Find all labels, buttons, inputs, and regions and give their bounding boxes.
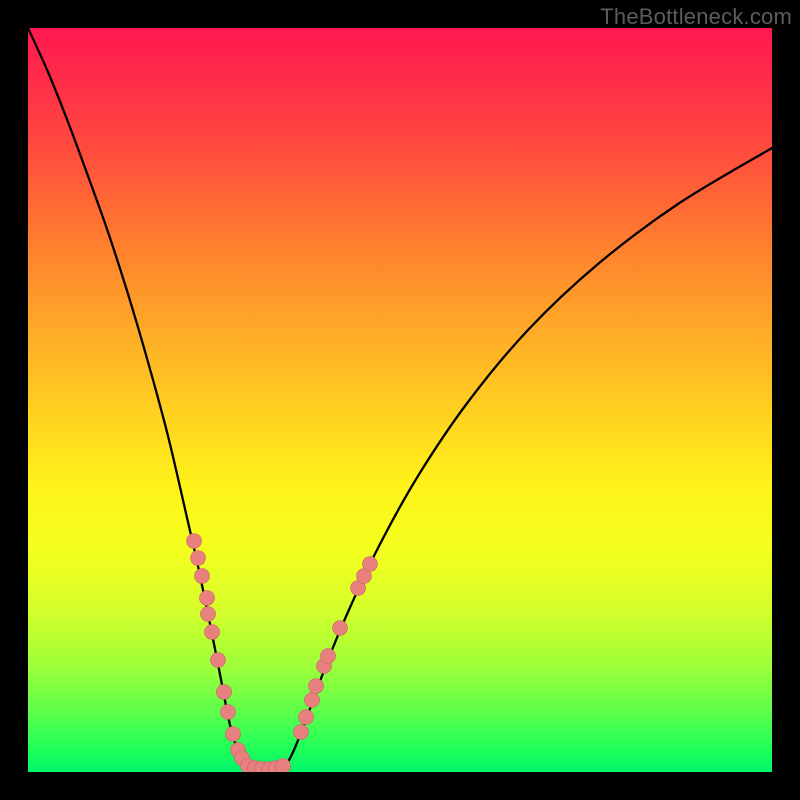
data-dot	[309, 679, 324, 694]
data-dot	[321, 649, 336, 664]
right-curve	[284, 148, 772, 768]
data-dot	[299, 710, 314, 725]
data-dot	[226, 727, 241, 742]
data-dot	[333, 621, 348, 636]
data-dot	[201, 607, 216, 622]
data-dot	[217, 685, 232, 700]
data-dot	[221, 705, 236, 720]
chart-svg	[28, 28, 772, 772]
data-dot	[305, 693, 320, 708]
curve-layer	[28, 28, 772, 771]
outer-frame: TheBottleneck.com	[0, 0, 800, 800]
watermark-text: TheBottleneck.com	[600, 4, 792, 30]
data-dot	[195, 569, 210, 584]
data-dot	[200, 591, 215, 606]
data-dot	[294, 725, 309, 740]
data-dot	[211, 653, 226, 668]
data-dot	[191, 551, 206, 566]
data-dot	[187, 534, 202, 549]
data-dot	[205, 625, 220, 640]
data-dot	[363, 557, 378, 572]
plot-area	[28, 28, 772, 772]
scatter-dots	[187, 534, 378, 773]
data-dot	[276, 759, 291, 773]
